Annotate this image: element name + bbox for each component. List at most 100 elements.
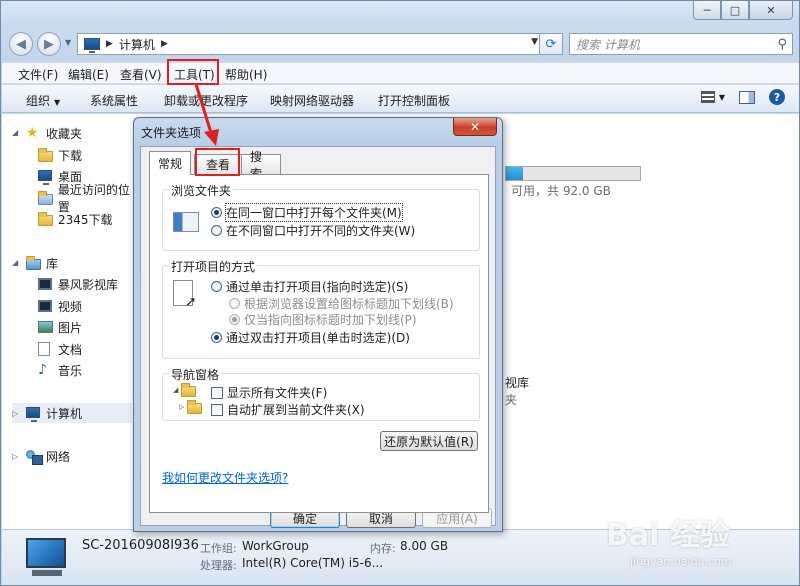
nav-pictures-label: 图片 (58, 320, 83, 335)
double-click-label: 通过双击打开项目(单击时选定)(D) (226, 331, 410, 345)
map-network-drive-button[interactable]: 映射网络驱动器 (270, 92, 354, 109)
underline-browser-radio (229, 298, 240, 309)
folder-icon (38, 212, 53, 226)
expand-network-icon[interactable]: ▷ (12, 452, 18, 461)
menu-edit[interactable]: 编辑(E) (68, 66, 109, 83)
show-all-folders-label: 显示所有文件夹(F) (227, 386, 328, 400)
show-all-folders-checkbox[interactable] (211, 386, 223, 399)
same-window-option[interactable]: 在同一窗口中打开每个文件夹(M) (211, 203, 403, 222)
folder-options-dialog: 文件夹选项 ✕ 常规 查看 搜索 浏览文件夹 在同一窗口中打开每个文件夹(M) … (133, 117, 503, 532)
workgroup-value: WorkGroup (242, 539, 309, 553)
restore-defaults-button[interactable]: 还原为默认值(R) (380, 431, 478, 451)
view-dropdown-icon[interactable]: ▼ (719, 93, 725, 102)
nav-network[interactable]: 网络 (26, 447, 70, 465)
nav-item-documents[interactable]: 文档 (38, 340, 82, 358)
different-window-option[interactable]: 在不同窗口中打开不同的文件夹(W) (211, 222, 415, 239)
dialog-body: 常规 查看 搜索 浏览文件夹 在同一窗口中打开每个文件夹(M) 在不同窗口中打开… (140, 146, 496, 526)
expand-computer-icon[interactable]: ▷ (12, 409, 18, 418)
tab-search[interactable]: 搜索 (241, 150, 281, 181)
open-control-panel-button[interactable]: 打开控制面板 (378, 92, 450, 109)
nav-item-baofeng-library[interactable]: 暴风影视库 (38, 275, 118, 293)
address-dropdown-icon[interactable]: ▼ (531, 37, 538, 47)
recent-pages-dropdown[interactable]: ▼ (65, 38, 71, 47)
search-input[interactable]: 搜索 计算机 ⚲ (569, 33, 793, 55)
different-window-radio[interactable] (211, 225, 222, 236)
nav-libraries[interactable]: 库 (26, 254, 58, 272)
menu-help[interactable]: 帮助(H) (225, 66, 267, 83)
change-view-icon[interactable] (700, 91, 715, 103)
baidu-watermark-logo: Bai 经验 (606, 518, 730, 553)
navigation-pane: ◢ ★ 收藏夹 下载 桌面 最近访问的位置 2345下载 ◢ 库 暴风影视库 视频… (2, 114, 141, 529)
nav-item-2345-downloads[interactable]: 2345下载 (38, 210, 113, 228)
downloads-folder-icon (38, 148, 53, 162)
breadcrumb-arrow-icon[interactable]: ▶ (161, 39, 168, 49)
close-window-button[interactable]: ✕ (749, 1, 793, 20)
general-tab-panel: 浏览文件夹 在同一窗口中打开每个文件夹(M) 在不同窗口中打开不同的文件夹(W)… (149, 174, 489, 513)
collapse-favorites-icon[interactable]: ◢ (12, 128, 18, 137)
tab-general[interactable]: 常规 (149, 151, 192, 175)
command-bar: 组织 ▼ 系统属性 卸载或更改程序 映射网络驱动器 打开控制面板 ▼ ? (2, 85, 799, 113)
folder-icon (187, 400, 202, 414)
mouse-pointer-icon: ➚ (185, 294, 197, 310)
back-button[interactable]: ◀ (9, 32, 33, 56)
nav-favorites[interactable]: ★ 收藏夹 (26, 124, 82, 142)
address-bar[interactable]: ▶ 计算机 ▶ ▼ (77, 33, 543, 55)
help-icon[interactable]: ? (769, 89, 785, 105)
folder-icon (181, 383, 196, 397)
auto-expand-checkbox[interactable] (211, 403, 223, 416)
preview-pane-icon[interactable] (739, 90, 755, 104)
refresh-icon: ⟳ (545, 36, 557, 52)
memory-value: 8.00 GB (400, 539, 449, 553)
documents-icon (38, 342, 52, 356)
organize-button[interactable]: 组织 ▼ (26, 92, 60, 109)
forward-button[interactable]: ▶ (37, 32, 61, 56)
music-icon: ♪ (38, 362, 47, 378)
baidu-watermark-url: jingyan.baidu.com (630, 555, 732, 568)
menu-view[interactable]: 查看(V) (120, 66, 162, 83)
recent-places-icon (38, 191, 53, 205)
library-icon (26, 256, 41, 270)
collapse-libraries-icon[interactable]: ◢ (12, 258, 18, 267)
forward-arrow-icon: ▶ (44, 36, 54, 52)
tab-general-label: 常规 (158, 157, 183, 171)
partial-item-subtext: 夹 (505, 393, 518, 407)
videos-icon (38, 299, 52, 313)
organize-label: 组织 (26, 94, 51, 108)
desktop-icon (38, 169, 52, 185)
show-all-folders-option[interactable]: 显示所有文件夹(F) (211, 384, 327, 401)
dialog-close-button[interactable]: ✕ (453, 118, 497, 136)
workgroup-label: 工作组: (200, 542, 237, 555)
underline-browser-label: 根据浏览器设置给图标标题加下划线(B) (244, 297, 454, 311)
memory-label: 内存: (370, 542, 396, 555)
system-properties-button[interactable]: 系统属性 (90, 92, 138, 109)
single-click-option[interactable]: 通过单击打开项目(指向时选定)(S) (211, 278, 408, 295)
breadcrumb-computer[interactable]: 计算机 (119, 36, 155, 53)
underline-browser-option: 根据浏览器设置给图标标题加下划线(B) (229, 295, 454, 312)
different-window-label: 在不同窗口中打开不同的文件夹(W) (226, 224, 416, 238)
underline-point-option: 仅当指向图标标题时加下划线(P) (229, 311, 417, 328)
nav-item-downloads[interactable]: 下载 (38, 146, 82, 164)
search-icon[interactable]: ⚲ (777, 37, 787, 52)
double-click-option[interactable]: 通过双击打开项目(单击时选定)(D) (211, 329, 410, 346)
refresh-button[interactable]: ⟳ (539, 33, 563, 55)
breadcrumb-arrow-icon[interactable]: ▶ (106, 39, 113, 49)
nav-item-music[interactable]: ♪ 音乐 (38, 361, 82, 379)
minimize-button[interactable]: ─ (693, 1, 721, 20)
same-window-radio[interactable] (211, 207, 222, 218)
chevron-down-icon: ▼ (54, 98, 61, 107)
single-click-radio[interactable] (211, 281, 222, 292)
help-link[interactable]: 我如何更改文件夹选项? (162, 469, 288, 486)
maximize-button[interactable]: □ (721, 1, 749, 20)
nav-computer[interactable]: 计算机 (26, 404, 82, 422)
double-click-radio[interactable] (211, 332, 222, 343)
underline-point-radio (229, 314, 240, 325)
nav-item-recent-places[interactable]: 最近访问的位置 (38, 183, 141, 214)
menu-file[interactable]: 文件(F) (18, 66, 58, 83)
partial-item-label[interactable]: 视库 (505, 374, 529, 391)
computer-icon (84, 38, 100, 53)
computer-stand (32, 570, 62, 576)
auto-expand-option[interactable]: 自动扩展到当前文件夹(X) (211, 401, 365, 418)
navigation-pane-group: 导航窗格 ◢ ▷ 显示所有文件夹(F) 自动扩展到当前文件夹(X) (162, 366, 480, 421)
nav-item-pictures[interactable]: 图片 (38, 318, 82, 336)
nav-item-videos[interactable]: 视频 (38, 297, 82, 315)
